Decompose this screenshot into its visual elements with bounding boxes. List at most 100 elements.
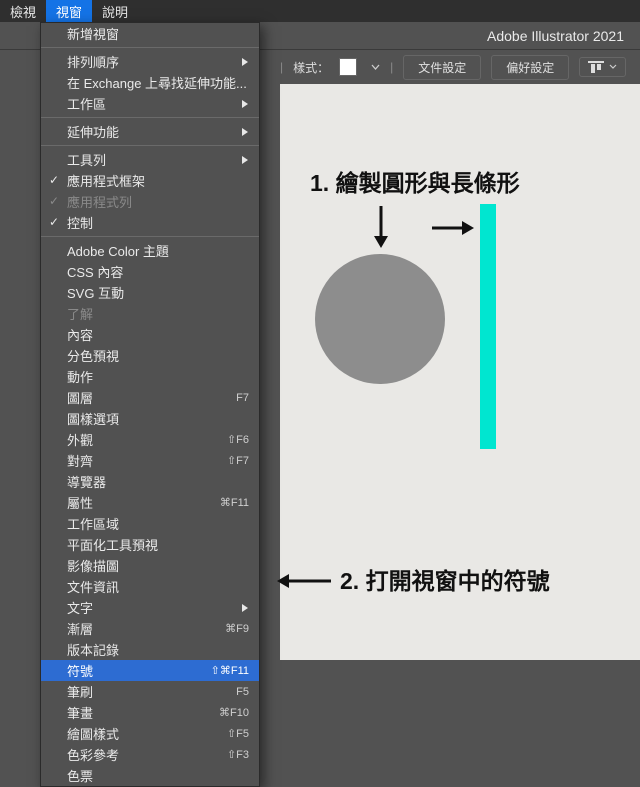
align-icon xyxy=(588,61,604,73)
menu-item[interactable]: 內容 xyxy=(41,324,259,345)
menu-view[interactable]: 檢視 xyxy=(0,0,46,22)
menu-shortcut: F7 xyxy=(236,392,249,404)
menu-item[interactable]: 文件資訊 xyxy=(41,576,259,597)
menu-item-label: 圖樣選項 xyxy=(67,409,119,428)
menu-item[interactable]: 工具列 xyxy=(41,149,259,170)
check-icon: ✓ xyxy=(49,215,59,229)
menu-item-label: 內容 xyxy=(67,325,93,344)
menu-item[interactable]: 繪圖樣式 ⇧F5 xyxy=(41,723,259,744)
menu-item[interactable]: 工作區域 xyxy=(41,513,259,534)
submenu-arrow-icon xyxy=(241,127,249,137)
menu-item[interactable]: 圖層F7 xyxy=(41,387,259,408)
menu-item-label: 屬性 xyxy=(67,493,93,512)
pref-setup-button[interactable]: 偏好設定 xyxy=(491,55,569,80)
menu-item-label: SVG 互動 xyxy=(67,283,124,302)
menu-item-label: 外觀 xyxy=(67,430,93,449)
left-panel-gutter xyxy=(0,50,40,660)
arrow-down-icon xyxy=(370,204,392,250)
menu-item-label: 筆刷 xyxy=(67,682,93,701)
file-setup-button[interactable]: 文件設定 xyxy=(403,55,481,80)
menu-item[interactable]: 筆刷 F5 xyxy=(41,681,259,702)
separator: | xyxy=(390,60,393,74)
align-options-button[interactable] xyxy=(579,57,626,77)
menu-item-label: 繪圖樣式 xyxy=(67,724,119,743)
canvas[interactable]: 1. 繪製圓形與長條形 2. 打開視窗中的符號 xyxy=(280,84,640,660)
menu-item[interactable]: 新增視窗 xyxy=(41,23,259,44)
menu-item[interactable]: 漸層⌘F9 xyxy=(41,618,259,639)
menu-item-label: 新增視窗 xyxy=(67,24,119,43)
menu-item[interactable]: 對齊 ⇧F7 xyxy=(41,450,259,471)
menu-item-label: 控制 xyxy=(67,213,93,232)
menu-item-label: 工作區域 xyxy=(67,514,119,533)
menu-item[interactable]: 分色預視 xyxy=(41,345,259,366)
menu-item-label: 導覽器 xyxy=(67,472,106,491)
menu-item[interactable]: 外觀 ⇧F6 xyxy=(41,429,259,450)
menu-item-label: 了解 xyxy=(67,304,93,323)
menu-shortcut: ⇧F3 xyxy=(227,748,249,761)
menu-shortcut: ⇧F7 xyxy=(227,454,249,467)
menu-item-label: 版本記錄 xyxy=(67,640,119,659)
menu-item-label: 平面化工具預視 xyxy=(67,535,158,554)
chevron-down-icon[interactable] xyxy=(371,63,380,72)
annotation-step1: 1. 繪製圓形與長條形 xyxy=(310,164,520,198)
menu-item[interactable]: 平面化工具預視 xyxy=(41,534,259,555)
style-swatch[interactable] xyxy=(339,58,357,76)
menu-item-label: 延伸功能 xyxy=(67,122,119,141)
menu-item-label: 文件資訊 xyxy=(67,577,119,596)
menu-item[interactable]: 文字 xyxy=(41,597,259,618)
menu-shortcut: F5 xyxy=(236,686,249,698)
menu-item[interactable]: ✓應用程式框架 xyxy=(41,170,259,191)
menu-item[interactable]: 屬性 ⌘F11 xyxy=(41,492,259,513)
menu-item-label: 漸層 xyxy=(67,619,93,638)
menu-item[interactable]: SVG 互動 xyxy=(41,282,259,303)
separator: | xyxy=(280,60,283,74)
menu-item-label: 排列順序 xyxy=(67,52,119,71)
menu-help[interactable]: 說明 xyxy=(92,0,138,22)
check-icon: ✓ xyxy=(49,173,59,187)
arrow-right-icon xyxy=(430,217,476,239)
menu-item-label: 色彩參考 xyxy=(67,745,119,764)
menu-window[interactable]: 視窗 xyxy=(46,0,92,22)
menu-item[interactable]: 版本記錄 xyxy=(41,639,259,660)
submenu-arrow-icon xyxy=(241,155,249,165)
submenu-arrow-icon xyxy=(241,57,249,67)
menu-shortcut: ⇧⌘F11 xyxy=(211,664,249,677)
menu-item-label: 符號 xyxy=(67,661,93,680)
menu-separator xyxy=(41,47,259,48)
menu-item: 了解 xyxy=(41,303,259,324)
menu-item-label: 色票 xyxy=(67,766,93,785)
menu-item[interactable]: Adobe Color 主題 xyxy=(41,240,259,261)
menu-item[interactable]: ✓ 控制 xyxy=(41,212,259,233)
annotation-step2: 2. 打開視窗中的符號 xyxy=(340,562,550,596)
menu-item[interactable]: 在 Exchange 上尋找延伸功能... xyxy=(41,72,259,93)
menu-shortcut: ⇧F6 xyxy=(227,433,249,446)
menu-item[interactable]: 延伸功能 xyxy=(41,121,259,142)
menu-item[interactable]: 排列順序 xyxy=(41,51,259,72)
menu-item[interactable]: 導覽器 xyxy=(41,471,259,492)
menu-item-label: 對齊 xyxy=(67,451,93,470)
grey-circle-shape xyxy=(315,254,445,384)
menu-item-label: 筆畫 xyxy=(67,703,93,722)
menu-item[interactable]: 動作 xyxy=(41,366,259,387)
menu-item[interactable]: 筆畫 ⌘F10 xyxy=(41,702,259,723)
menu-shortcut: ⌘F11 xyxy=(220,496,249,509)
menu-item[interactable]: 色票 xyxy=(41,765,259,786)
menu-shortcut: ⌘F10 xyxy=(219,706,249,719)
menu-item[interactable]: 色彩參考 ⇧F3 xyxy=(41,744,259,765)
menu-item[interactable]: 圖樣選項 xyxy=(41,408,259,429)
menu-item[interactable]: 影像描圖 xyxy=(41,555,259,576)
menu-separator xyxy=(41,117,259,118)
menu-item-label: 工具列 xyxy=(67,150,106,169)
menu-shortcut: ⇧F5 xyxy=(227,727,249,740)
cyan-rectangle-shape xyxy=(480,204,496,449)
menu-item[interactable]: 工作區 xyxy=(41,93,259,114)
menu-separator xyxy=(41,145,259,146)
menu-item[interactable]: 符號 ⇧⌘F11 xyxy=(41,660,259,681)
submenu-arrow-icon xyxy=(241,99,249,109)
menu-separator xyxy=(41,236,259,237)
menu-item: ✓應用程式列 xyxy=(41,191,259,212)
window-menu-dropdown: 新增視窗排列順序在 Exchange 上尋找延伸功能...工作區延伸功能工具列✓… xyxy=(40,22,260,787)
menu-item[interactable]: CSS 內容 xyxy=(41,261,259,282)
menubar: 檢視 視窗 說明 xyxy=(0,0,640,22)
style-label: 樣式： xyxy=(293,59,329,76)
